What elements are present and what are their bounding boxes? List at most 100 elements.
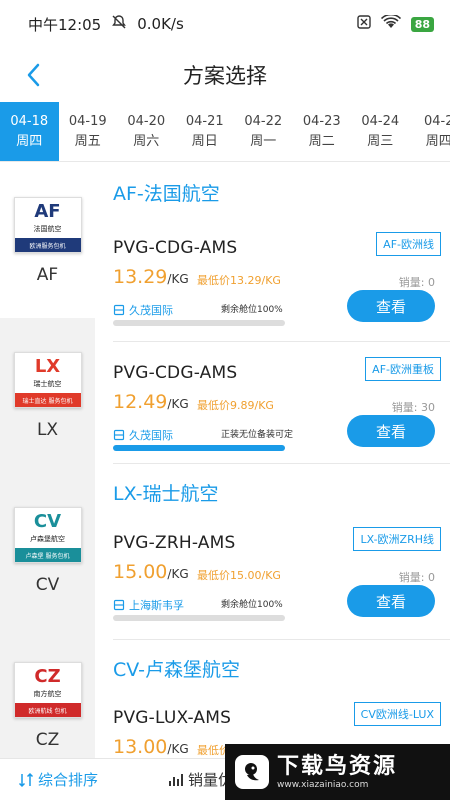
sort-comprehensive-button[interactable]: 综合排序: [18, 769, 98, 790]
weekday-label: 周四: [425, 134, 450, 149]
price: 13.29/KG: [113, 266, 189, 288]
building-icon: [113, 429, 125, 441]
price: 15.00/KG: [113, 561, 189, 583]
price-value: 13.29: [113, 266, 168, 288]
logo-code: CZ: [34, 666, 61, 687]
section-title: AF-法国航空: [113, 183, 220, 205]
divider: [113, 639, 450, 640]
page-title: 方案选择: [183, 64, 267, 88]
sidebar-item-af[interactable]: AF 法国航空 欧洲服务包机 AF: [0, 163, 95, 318]
watermark-url: www.xiazainiao.com: [277, 780, 369, 790]
sales-count: 销量: 30: [391, 401, 435, 414]
airline-logo: LX 瑞士航空 瑞士直达 服务包机: [13, 352, 82, 408]
divider: [113, 341, 450, 342]
route-tag: AF-欧洲线: [376, 232, 441, 256]
date-label: 04-22: [244, 114, 283, 129]
plan-list: AF-法国航空 PVG-CDG-AMS AF-欧洲线 13.29/KG 最低价1…: [95, 163, 450, 758]
date-tab[interactable]: 04-18 周四: [0, 102, 59, 161]
sidebar-item-lx[interactable]: LX 瑞士航空 瑞士直达 服务包机 LX: [0, 318, 95, 473]
weekday-label: 周六: [133, 134, 160, 149]
sidebar-item-label: CZ: [35, 730, 60, 750]
section-title: CV-卢森堡航空: [113, 659, 241, 681]
route-tag: LX-欧洲ZRH线: [353, 527, 441, 551]
weekday-label: 周三: [367, 134, 394, 149]
price: 12.49/KG: [113, 391, 189, 413]
weekday-label: 周五: [74, 134, 101, 149]
sales-count: 销量: 0: [398, 571, 435, 584]
route-tag: CV欧洲线-LUX: [353, 702, 441, 726]
date-tab[interactable]: 04-23 周二: [293, 102, 352, 161]
date-label: 04-24: [361, 114, 400, 129]
agent-name: 上海斯韦孚: [129, 599, 184, 612]
bird-logo-icon: [235, 755, 269, 789]
date-tab[interactable]: 04-21 周日: [176, 102, 235, 161]
date-tab[interactable]: 04-19 周五: [59, 102, 118, 161]
sidebar-item-label: AF: [36, 265, 59, 285]
route: PVG-CDG-AMS: [113, 363, 238, 383]
status-time: 中午12:05: [28, 15, 102, 34]
route: PVG-LUX-AMS: [113, 708, 232, 728]
route-tag: AF-欧洲重板: [365, 357, 441, 381]
airline-logo: AF 法国航空 欧洲服务包机: [13, 197, 82, 253]
divider: [113, 463, 450, 464]
min-price: 最低价9.89/KG: [197, 399, 274, 412]
price-value: 13.00: [113, 736, 168, 758]
logo-band: 欧洲航线 包机: [14, 703, 81, 717]
agent: 上海斯韦孚: [113, 597, 184, 613]
logo-name: 法国航空: [33, 225, 62, 233]
section-title: LX-瑞士航空: [113, 483, 219, 505]
logo-name: 卢森堡航空: [30, 535, 65, 543]
date-tab[interactable]: 04-22 周一: [234, 102, 293, 161]
view-button[interactable]: 查看: [347, 290, 435, 322]
sidebar-item-label: LX: [36, 420, 59, 440]
remaining-capacity: 正装无位备装可定: [221, 430, 294, 440]
watermark-title: 下载鸟资源: [277, 754, 398, 779]
date-tab[interactable]: 04-20 周六: [117, 102, 176, 161]
sidebar-item-label: CV: [35, 575, 60, 595]
building-icon: [113, 304, 125, 316]
date-label: 04-20: [127, 114, 166, 129]
date-tabs: 04-18 周四 04-19 周五 04-20 周六 04-21 周日 04-22 周一 …: [0, 102, 450, 162]
price-unit: /KG: [167, 742, 189, 756]
date-label: 04-19: [68, 114, 107, 129]
price-unit: /KG: [167, 567, 189, 581]
sort-sales-button[interactable]: 销量优: [168, 769, 233, 790]
sales-count: 销量: 0: [398, 276, 435, 289]
back-button[interactable]: [20, 60, 50, 90]
sidebar-item-cv[interactable]: CV 卢森堡航空 卢森堡 服务包机 CV: [0, 473, 95, 628]
price-unit: /KG: [167, 397, 189, 411]
date-label: 04-21: [185, 114, 224, 129]
airline-logo: CZ 南方航空 欧洲航线 包机: [13, 662, 82, 718]
title-bar: 方案选择: [0, 48, 450, 102]
min-price: 最低价15.00/KG: [197, 569, 281, 582]
view-button[interactable]: 查看: [347, 585, 435, 617]
capacity-bar: [113, 615, 285, 621]
sort-label: 综合排序: [38, 771, 99, 789]
logo-code: LX: [34, 356, 61, 377]
logo-band: 瑞士直达 服务包机: [14, 393, 81, 407]
view-button[interactable]: 查看: [347, 415, 435, 447]
price: 13.00/KG: [113, 736, 189, 758]
chevron-left-icon: [27, 63, 40, 87]
logo-code: AF: [34, 201, 61, 222]
weekday-label: 周日: [191, 134, 218, 149]
agent-name: 久茂国际: [129, 429, 173, 442]
airline-logo: CV 卢森堡航空 卢森堡 服务包机: [13, 507, 82, 563]
battery-indicator: 88: [410, 16, 434, 32]
bar-chart-icon: [169, 773, 183, 786]
airline-sidebar: AF 法国航空 欧洲服务包机 AF LX 瑞士航空 瑞士直达 服务包机 LX C…: [0, 163, 95, 758]
date-label: 04-23: [302, 114, 341, 129]
price-value: 15.00: [113, 561, 168, 583]
date-tab[interactable]: 04-24 周三: [351, 102, 410, 161]
logo-band: 欧洲服务包机: [14, 238, 81, 252]
date-tab[interactable]: 04-2 周四: [410, 102, 450, 161]
wifi-icon: [380, 13, 401, 33]
remaining-capacity: 剩余舱位100%: [221, 600, 283, 610]
remaining-capacity: 剩余舱位100%: [221, 305, 283, 315]
logo-name: 南方航空: [33, 690, 62, 698]
plan-card: PVG-ZRH-AMS LX-欧洲ZRH线 15.00/KG 最低价15.00/…: [113, 527, 443, 651]
agent-name: 久茂国际: [129, 304, 173, 317]
date-label: 04-2: [423, 114, 450, 129]
price-unit: /KG: [167, 272, 189, 286]
capacity-bar: [113, 320, 285, 326]
